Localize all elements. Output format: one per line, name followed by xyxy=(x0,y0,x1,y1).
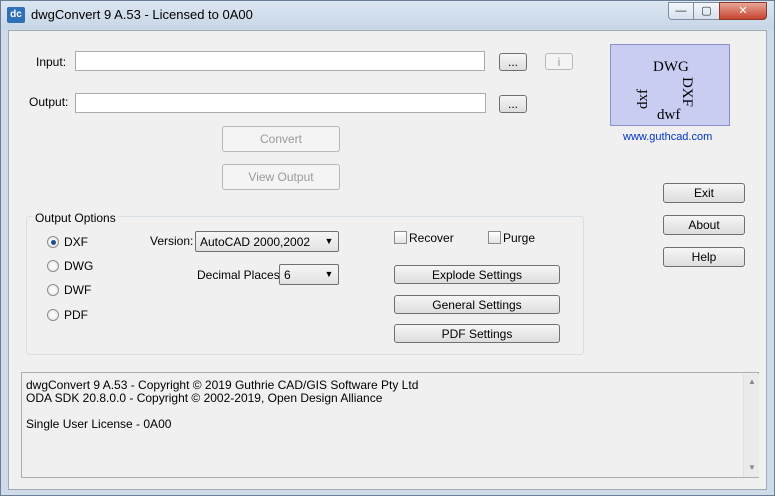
decimal-places-label: Decimal Places: xyxy=(197,268,284,282)
logo-dwf-text: dwf xyxy=(657,107,681,123)
radio-label: DWF xyxy=(64,283,92,297)
info-license-line: Single User License - 0A00 xyxy=(26,417,172,431)
radio-label: DXF xyxy=(64,235,88,249)
info-copyright-line: dwgConvert 9 A.53 - Copyright © 2019 Gut… xyxy=(26,378,419,392)
logo-dxf-text: DXF xyxy=(679,77,695,108)
purge-label: Purge xyxy=(503,231,536,245)
radio-pdf[interactable] xyxy=(47,309,59,321)
decimal-places-value: 6 xyxy=(284,268,291,282)
minimize-button[interactable]: — xyxy=(668,2,694,20)
title-bar[interactable]: dc dwgConvert 9 A.53 - Licensed to 0A00 … xyxy=(1,1,774,29)
chevron-down-icon: ▼ xyxy=(324,269,334,279)
close-icon: ✕ xyxy=(738,5,748,17)
info-scrollbar[interactable]: ▲ ▼ xyxy=(743,374,759,477)
pdf-settings-button[interactable]: PDF Settings xyxy=(394,324,560,343)
radio-dxf[interactable] xyxy=(47,236,59,248)
purge-checkbox[interactable] xyxy=(488,231,501,244)
minimize-icon: — xyxy=(675,5,687,17)
guthcad-logo: DWG DXF dxf dwf xyxy=(610,44,730,126)
info-button[interactable]: i xyxy=(545,53,573,70)
window-title: dwgConvert 9 A.53 - Licensed to 0A00 xyxy=(31,7,253,22)
output-options-title: Output Options xyxy=(33,211,118,225)
output-label: Output: xyxy=(29,95,69,109)
maximize-icon: ▢ xyxy=(701,5,712,17)
view-output-button[interactable]: View Output xyxy=(222,164,340,190)
about-button[interactable]: About xyxy=(663,215,745,235)
explode-settings-button[interactable]: Explode Settings xyxy=(394,265,560,284)
input-browse-button[interactable]: ... xyxy=(499,53,527,71)
output-browse-button[interactable]: ... xyxy=(499,95,527,113)
version-select[interactable]: AutoCAD 2000,2002 ▼ xyxy=(195,231,339,252)
scroll-down-icon[interactable]: ▼ xyxy=(744,460,760,476)
logo-dxf-lower-text: dxf xyxy=(635,89,651,109)
radio-dwf[interactable] xyxy=(47,284,59,296)
output-field[interactable] xyxy=(75,93,486,113)
close-button[interactable]: ✕ xyxy=(719,2,767,20)
general-settings-button[interactable]: General Settings xyxy=(394,295,560,314)
radio-dwg[interactable] xyxy=(47,260,59,272)
help-button[interactable]: Help xyxy=(663,247,745,267)
radio-label: DWG xyxy=(64,259,94,273)
info-textarea[interactable]: dwgConvert 9 A.53 - Copyright © 2019 Gut… xyxy=(21,372,759,478)
recover-checkbox[interactable] xyxy=(394,231,407,244)
logo-dwg-text: DWG xyxy=(653,59,689,75)
client-area: Input: ... i Output: ... Convert View Ou… xyxy=(8,30,767,490)
info-sdk-line: ODA SDK 20.8.0.0 - Copyright © 2002-2019… xyxy=(26,391,383,405)
decimal-places-select[interactable]: 6 ▼ xyxy=(279,264,339,285)
main-window: dc dwgConvert 9 A.53 - Licensed to 0A00 … xyxy=(0,0,775,496)
version-value: AutoCAD 2000,2002 xyxy=(200,235,311,249)
convert-button[interactable]: Convert xyxy=(222,126,340,152)
app-icon[interactable]: dc xyxy=(7,7,25,23)
scroll-up-icon[interactable]: ▲ xyxy=(744,374,760,390)
radio-label: PDF xyxy=(64,308,88,322)
maximize-button[interactable]: ▢ xyxy=(693,2,720,20)
input-field[interactable] xyxy=(75,51,485,71)
input-label: Input: xyxy=(36,55,67,69)
recover-label: Recover xyxy=(409,231,454,245)
exit-button[interactable]: Exit xyxy=(663,183,745,203)
website-link[interactable]: www.guthcad.com xyxy=(623,131,712,143)
chevron-down-icon: ▼ xyxy=(324,236,334,246)
version-label: Version: xyxy=(150,234,194,248)
